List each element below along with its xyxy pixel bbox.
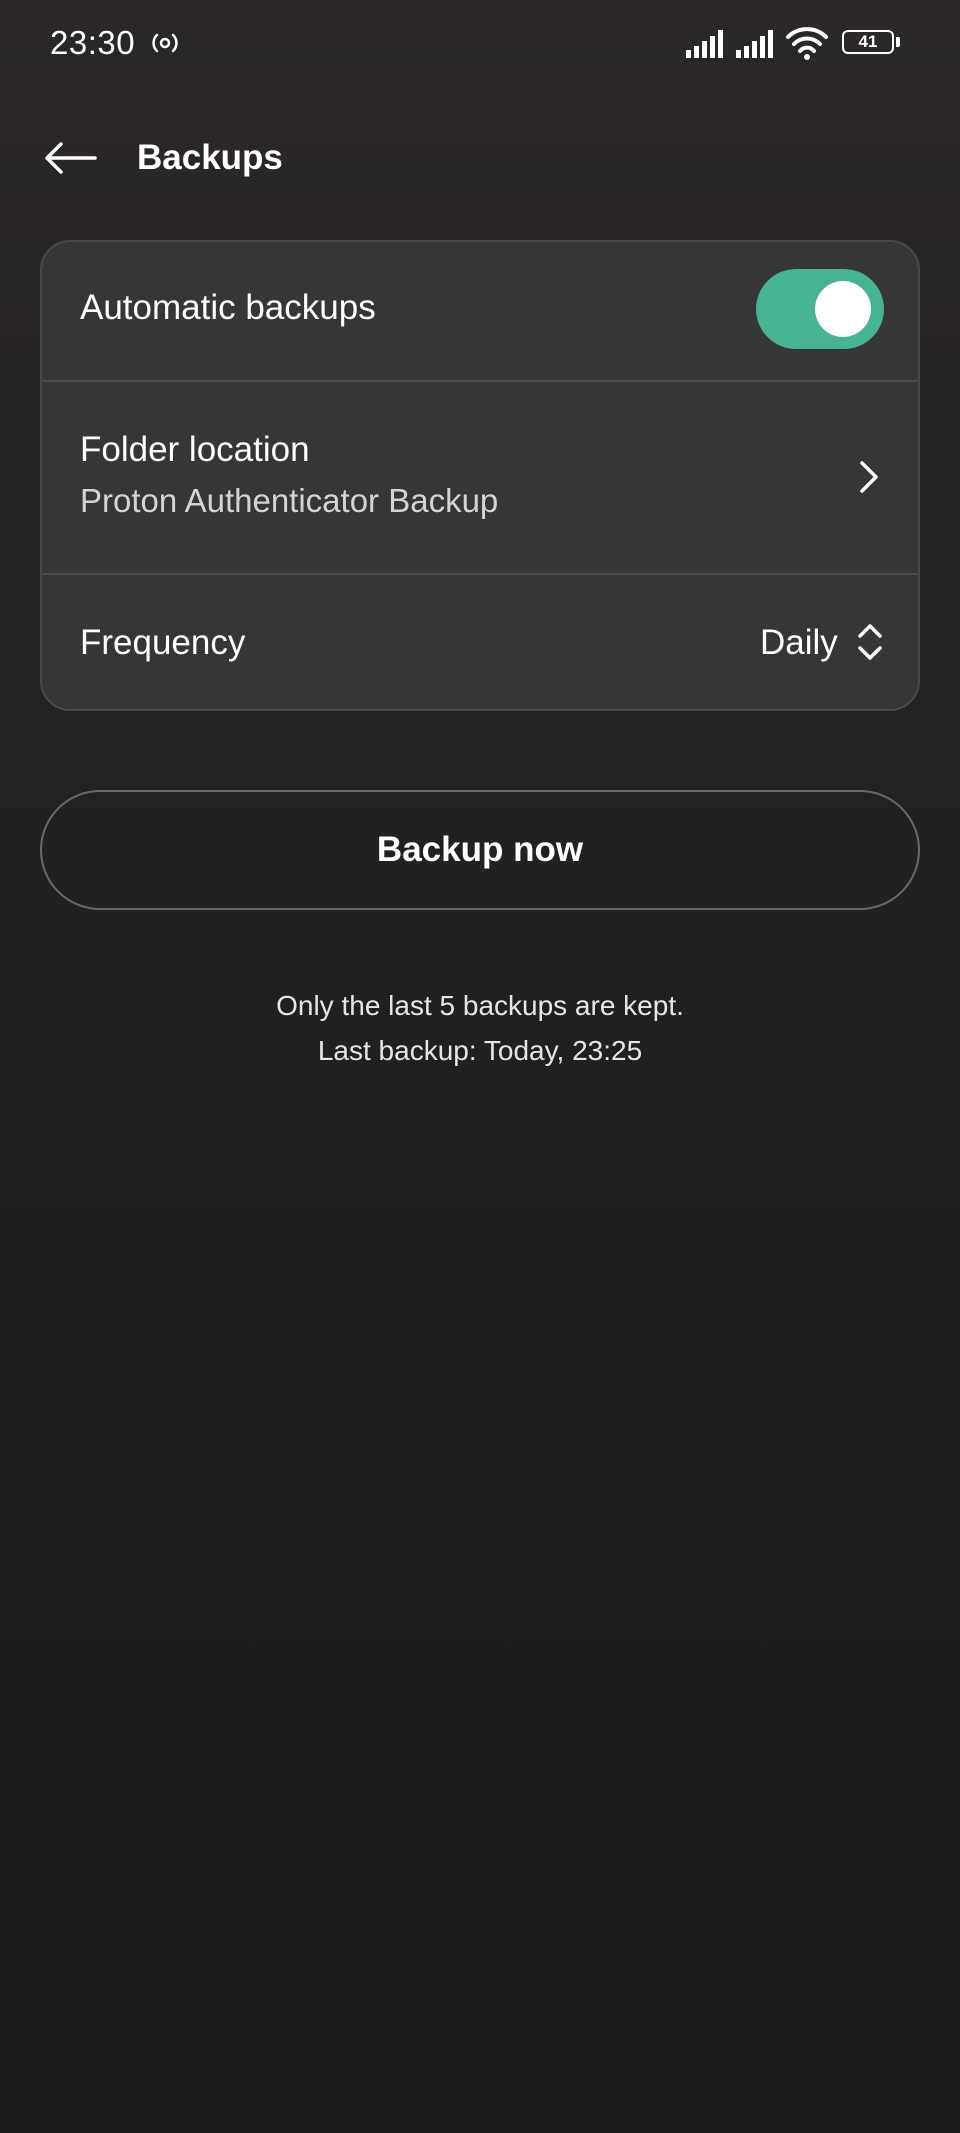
- page-title: Backups: [137, 138, 283, 177]
- automatic-backups-row[interactable]: Automatic backups: [42, 242, 918, 378]
- chevron-right-icon: [856, 459, 882, 495]
- last-backup-text: Last backup: Today, 23:25: [317, 1035, 643, 1066]
- wifi-icon: [786, 26, 828, 60]
- automatic-backups-label: Automatic backups: [80, 288, 376, 327]
- back-button[interactable]: [30, 130, 110, 190]
- signal-icon: [736, 30, 778, 58]
- status-bar: 23:30 41: [0, 0, 960, 90]
- status-time: 23:30: [50, 24, 136, 61]
- battery-level: 41: [842, 30, 894, 54]
- arrow-left-icon: [43, 141, 97, 180]
- backup-settings-card: Automatic backups Folder location Proton…: [40, 240, 920, 711]
- frequency-value: Daily: [760, 623, 838, 662]
- radio-icon: [150, 28, 180, 58]
- frequency-label: Frequency: [80, 623, 246, 662]
- signal-icon: [686, 30, 728, 58]
- folder-location-row[interactable]: Folder location Proton Authenticator Bac…: [42, 380, 918, 571]
- folder-location-value: Proton Authenticator Backup: [80, 482, 499, 519]
- frequency-row[interactable]: Frequency Daily: [42, 573, 918, 709]
- battery-icon: 41: [842, 30, 902, 58]
- toggle-knob: [815, 281, 871, 337]
- automatic-backups-toggle[interactable]: [756, 269, 884, 349]
- unfold-icon: [856, 619, 884, 665]
- folder-location-label: Folder location: [80, 430, 310, 469]
- backup-now-button[interactable]: Backup now: [40, 790, 920, 910]
- retention-info-text: Only the last 5 backups are kept.: [276, 990, 684, 1021]
